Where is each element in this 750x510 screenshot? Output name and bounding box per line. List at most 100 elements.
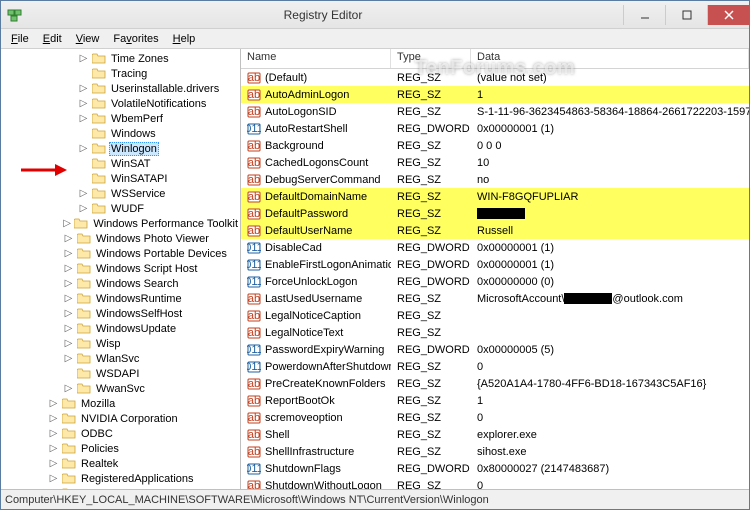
menu-edit[interactable]: Edit: [37, 31, 68, 47]
expand-toggle-icon[interactable]: ▷: [48, 398, 59, 409]
menu-help[interactable]: Help: [167, 31, 202, 47]
list-row[interactable]: abLastUsedUsernameREG_SZMicrosoftAccount…: [241, 290, 749, 307]
tree-node[interactable]: ▷Windows Performance Toolkit: [3, 216, 240, 231]
expand-toggle-icon[interactable]: ▷: [48, 428, 59, 439]
tree-node[interactable]: ▷ODBC: [3, 426, 240, 441]
tree-node[interactable]: ▷WSService: [3, 186, 240, 201]
list-row[interactable]: abShellREG_SZexplorer.exe: [241, 426, 749, 443]
tree-node[interactable]: ▷WindowsUpdate: [3, 321, 240, 336]
expand-toggle-icon[interactable]: ▷: [63, 308, 74, 319]
expand-toggle-icon[interactable]: ▷: [78, 83, 89, 94]
svg-text:011: 011: [247, 463, 261, 475]
list-row[interactable]: abLegalNoticeTextREG_SZ: [241, 324, 749, 341]
list-row[interactable]: 011ForceUnlockLogonREG_DWORD0x00000000 (…: [241, 273, 749, 290]
list-row[interactable]: abDefaultPasswordREG_SZ: [241, 205, 749, 222]
expand-toggle-icon[interactable]: ▷: [78, 188, 89, 199]
list-row[interactable]: abDefaultDomainNameREG_SZWIN-F8GQFUPLIAR: [241, 188, 749, 205]
list-row[interactable]: abAutoAdminLogonREG_SZ1: [241, 86, 749, 103]
folder-icon: [62, 398, 76, 409]
expand-toggle-icon[interactable]: ▷: [63, 278, 74, 289]
tree-node[interactable]: ▷Time Zones: [3, 51, 240, 66]
tree-node[interactable]: ▷Winlogon: [3, 141, 240, 156]
list-row[interactable]: abPreCreateKnownFoldersREG_SZ{A520A1A4-1…: [241, 375, 749, 392]
expand-toggle-icon[interactable]: ▷: [78, 98, 89, 109]
svg-text:011: 011: [247, 242, 261, 254]
tree-node[interactable]: ▷WwanSvc: [3, 381, 240, 396]
tree-node[interactable]: ▷Realtek: [3, 456, 240, 471]
list-row[interactable]: abReportBootOkREG_SZ1: [241, 392, 749, 409]
tree-node[interactable]: ▷NVIDIA Corporation: [3, 411, 240, 426]
tree-node[interactable]: ▷Windows Script Host: [3, 261, 240, 276]
value-name: LastUsedUsername: [265, 293, 362, 305]
menu-file[interactable]: File: [5, 31, 35, 47]
tree-node[interactable]: ▷WlanSvc: [3, 351, 240, 366]
list-row[interactable]: abBackgroundREG_SZ0 0 0: [241, 137, 749, 154]
value-name: (Default): [265, 72, 307, 84]
maximize-button[interactable]: [665, 5, 707, 25]
expand-toggle-icon[interactable]: ▷: [63, 293, 74, 304]
tree-node[interactable]: ▷Windows Search: [3, 276, 240, 291]
list-row[interactable]: abCachedLogonsCountREG_SZ10: [241, 154, 749, 171]
list-row[interactable]: 011EnableFirstLogonAnimationREG_DWORD0x0…: [241, 256, 749, 273]
tree-node[interactable]: ▷Userinstallable.drivers: [3, 81, 240, 96]
expand-toggle-icon[interactable]: ▷: [63, 263, 74, 274]
minimize-button[interactable]: [623, 5, 665, 25]
list-row[interactable]: abscremoveoptionREG_SZ0: [241, 409, 749, 426]
value-data-cell: 10: [471, 157, 749, 169]
close-button[interactable]: [707, 5, 749, 25]
column-header-name[interactable]: Name: [241, 49, 391, 68]
expand-toggle-icon[interactable]: ▷: [48, 413, 59, 424]
tree-node[interactable]: ▷VolatileNotifications: [3, 96, 240, 111]
tree-node[interactable]: ▷WbemPerf: [3, 111, 240, 126]
menu-favorites[interactable]: Favorites: [107, 31, 164, 47]
list-row[interactable]: 011AutoRestartShellREG_DWORD0x00000001 (…: [241, 120, 749, 137]
list-row[interactable]: 011PowerdownAfterShutdownREG_SZ0: [241, 358, 749, 375]
column-header-type[interactable]: Type: [391, 49, 471, 68]
list-row[interactable]: abAutoLogonSIDREG_SZS-1-11-96-3623454863…: [241, 103, 749, 120]
tree-node[interactable]: ▷RegisteredApplications: [3, 471, 240, 486]
expand-toggle-icon[interactable]: ▷: [78, 53, 89, 64]
svg-text:ab: ab: [248, 140, 260, 152]
expand-toggle-icon[interactable]: ▷: [63, 233, 74, 244]
expand-toggle-icon[interactable]: ▷: [63, 323, 74, 334]
tree-node[interactable]: ▷Mozilla: [3, 396, 240, 411]
tree-node[interactable]: ▷Windows Portable Devices: [3, 246, 240, 261]
list-row[interactable]: abDebugServerCommandREG_SZno: [241, 171, 749, 188]
list-row[interactable]: 011PasswordExpiryWarningREG_DWORD0x00000…: [241, 341, 749, 358]
expand-toggle-icon[interactable]: ▷: [63, 353, 74, 364]
list-row[interactable]: abShellInfrastructureREG_SZsihost.exe: [241, 443, 749, 460]
expand-toggle-icon[interactable]: ▷: [48, 458, 59, 469]
svg-text:011: 011: [247, 123, 261, 135]
menu-view[interactable]: View: [70, 31, 106, 47]
expand-toggle-icon[interactable]: ▷: [63, 218, 71, 229]
tree-node[interactable]: ▷Windows Photo Viewer: [3, 231, 240, 246]
tree-node[interactable]: ▷WUDF: [3, 201, 240, 216]
expand-toggle-icon[interactable]: ▷: [63, 383, 74, 394]
expand-toggle-icon[interactable]: ▷: [48, 488, 59, 489]
list-row[interactable]: abShutdownWithoutLogonREG_SZ0: [241, 477, 749, 489]
tree-node[interactable]: ▷Tracing: [3, 66, 240, 81]
expand-toggle-icon[interactable]: ▷: [48, 473, 59, 484]
expand-toggle-icon[interactable]: ▷: [78, 113, 89, 124]
list-row[interactable]: abDefaultUserNameREG_SZRussell: [241, 222, 749, 239]
expand-toggle-icon[interactable]: ▷: [78, 143, 89, 154]
folder-icon: [77, 233, 91, 244]
column-header-data[interactable]: Data: [471, 49, 749, 68]
tree-scroll[interactable]: ▷Time Zones▷Tracing▷Userinstallable.driv…: [1, 49, 240, 489]
expand-toggle-icon[interactable]: ▷: [63, 248, 74, 259]
tree-node[interactable]: ▷Policies: [3, 441, 240, 456]
list-body[interactable]: ab(Default)REG_SZ(value not set)abAutoAd…: [241, 69, 749, 489]
expand-toggle-icon[interactable]: ▷: [78, 203, 89, 214]
tree-node[interactable]: ▷WindowsRuntime: [3, 291, 240, 306]
tree-node[interactable]: ▷WindowsSelfHost: [3, 306, 240, 321]
tree-node[interactable]: ▷WSDAPI: [3, 366, 240, 381]
list-row[interactable]: 011ShutdownFlagsREG_DWORD0x80000027 (214…: [241, 460, 749, 477]
expand-toggle-icon[interactable]: ▷: [63, 338, 74, 349]
tree-node[interactable]: ▷Windows: [3, 126, 240, 141]
tree-node[interactable]: ▷SRS Labs: [3, 486, 240, 489]
tree-node[interactable]: ▷Wisp: [3, 336, 240, 351]
list-row[interactable]: ab(Default)REG_SZ(value not set): [241, 69, 749, 86]
list-row[interactable]: 011DisableCadREG_DWORD0x00000001 (1): [241, 239, 749, 256]
list-row[interactable]: abLegalNoticeCaptionREG_SZ: [241, 307, 749, 324]
expand-toggle-icon[interactable]: ▷: [48, 443, 59, 454]
